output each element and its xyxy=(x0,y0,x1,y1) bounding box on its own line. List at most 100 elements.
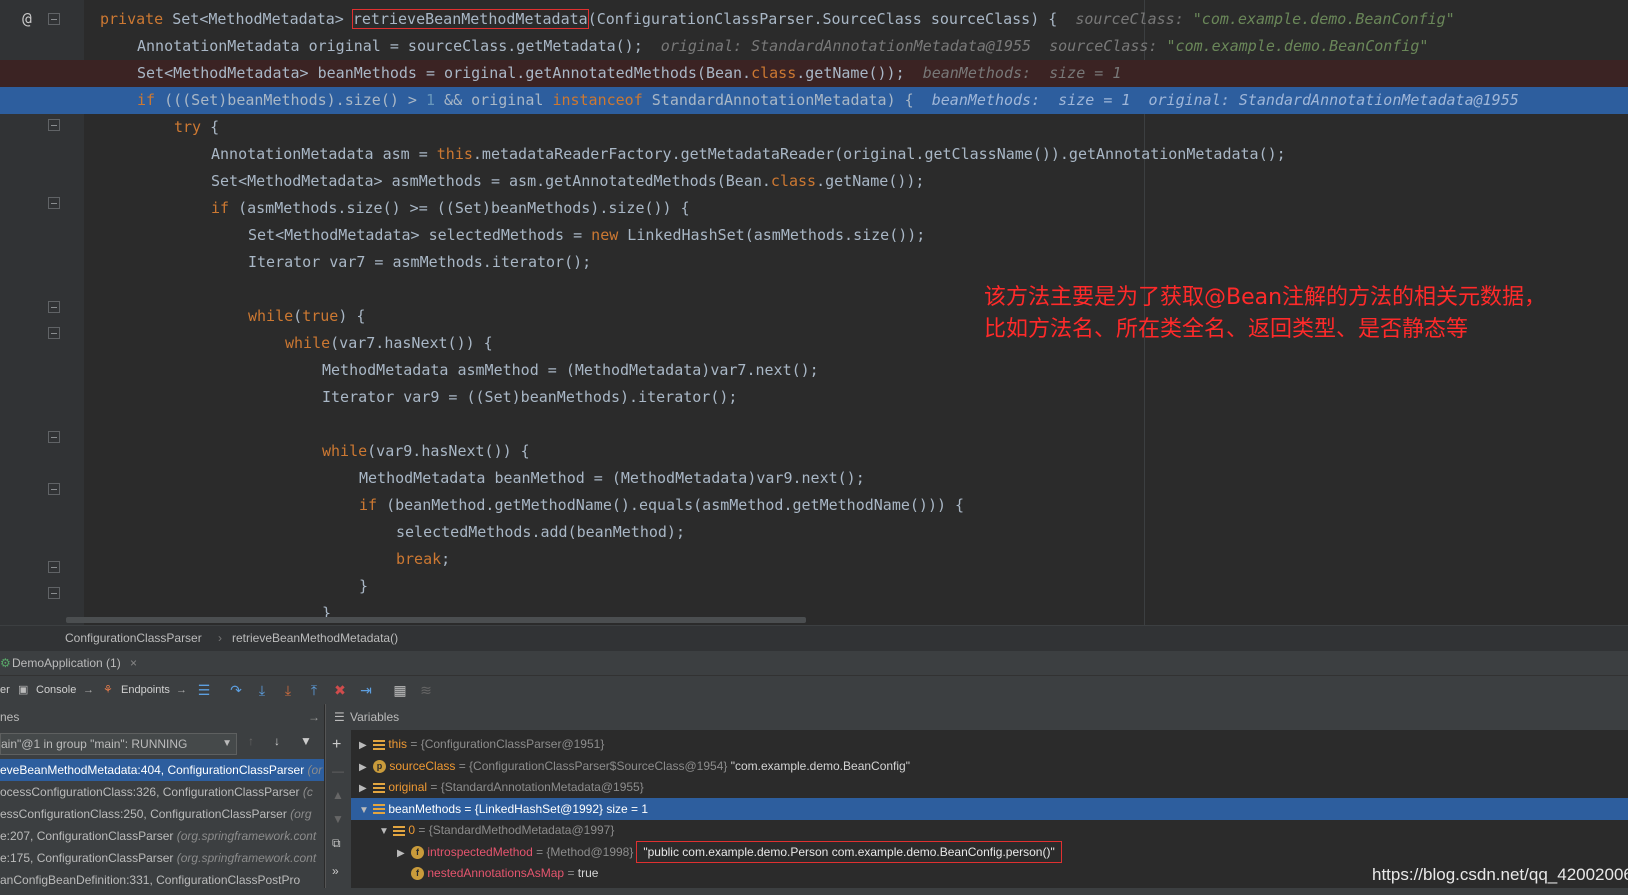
add-watch-icon[interactable]: + xyxy=(332,736,341,754)
endpoints-icon: ⚘ xyxy=(103,684,113,696)
code-token: class xyxy=(751,64,797,82)
code-line[interactable]: Set<MethodMetadata> beanMethods = origin… xyxy=(0,60,1628,87)
variables-icon: ☰ xyxy=(334,710,345,724)
code-line[interactable]: } xyxy=(0,573,1628,600)
code-line[interactable]: Set<MethodMetadata> asmMethods = asm.get… xyxy=(0,168,1628,195)
field-icon xyxy=(393,825,405,836)
code-line[interactable]: try { xyxy=(0,114,1628,141)
layout-icon[interactable]: ☰ xyxy=(196,682,212,698)
drop-frame-icon[interactable]: ✖ xyxy=(332,682,348,698)
stack-frame-method: e:175, ConfigurationClassParser xyxy=(0,851,177,865)
code-token: if xyxy=(211,199,239,217)
stack-frame-package: (org xyxy=(290,807,312,821)
variable-row[interactable]: ▶ original = {StandardAnnotationMetadata… xyxy=(351,776,1628,798)
parameter-icon: p xyxy=(373,759,386,773)
code-line[interactable] xyxy=(0,411,1628,438)
variable-type: = {LinkedHashSet@1992} xyxy=(461,801,604,816)
step-out-icon[interactable]: ⤒ xyxy=(306,682,322,698)
variable-row[interactable]: ▶ this = {ConfigurationClassParser@1951} xyxy=(351,733,1628,755)
code-line-text: selectedMethods.add(beanMethod); xyxy=(396,519,685,546)
code-line-text: if (beanMethod.getMethodName().equals(as… xyxy=(359,492,964,519)
frames-header-label: nes xyxy=(0,710,20,724)
code-token: { xyxy=(210,118,220,136)
variable-row[interactable]: ▼ beanMethods = {LinkedHashSet@1992} siz… xyxy=(351,797,1628,820)
variable-type: = xyxy=(564,866,578,880)
code-token: && original xyxy=(435,91,553,109)
pin-icon[interactable]: → xyxy=(83,676,94,704)
code-line[interactable]: while(var9.hasNext()) { xyxy=(0,438,1628,465)
pin-icon[interactable]: → xyxy=(308,704,320,730)
variable-row[interactable]: ▶ p sourceClass = {ConfigurationClassPars… xyxy=(351,755,1628,777)
pin-icon[interactable]: → xyxy=(176,676,187,704)
arrow-down-icon[interactable]: ↓ xyxy=(274,734,280,748)
final-field-icon: f xyxy=(411,845,424,859)
code-line[interactable]: private Set<MethodMetadata> retrieveBean… xyxy=(0,6,1628,33)
annotation-text: 该方法主要是为了获取@Bean注解的方法的相关元数据， 比如方法名、所在类全名、… xyxy=(984,285,1547,342)
copy-icon[interactable]: ⧉ xyxy=(332,836,341,851)
code-token: if xyxy=(137,91,165,109)
step-into-icon[interactable]: ⤓ xyxy=(254,682,270,698)
stack-frame-row[interactable]: essConfigurationClass:250, Configuration… xyxy=(0,803,324,825)
code-token: Set<MethodMetadata> selectedMethods = xyxy=(248,226,592,244)
code-editor[interactable]: @ private Set<MethodMetadata> retrieveBe… xyxy=(0,0,1628,625)
code-line[interactable]: if (beanMethod.getMethodName().equals(as… xyxy=(0,492,1628,519)
variable-row[interactable]: ▼ 0 = {StandardMethodMetadata@1997} xyxy=(351,819,1628,841)
code-token: (asmMethods.size() >= ((Set)beanMethods)… xyxy=(238,199,690,217)
close-icon[interactable]: × xyxy=(130,651,137,675)
force-step-into-icon[interactable]: ⤓ xyxy=(280,682,296,698)
code-token: (ConfigurationClassParser.SourceClass so… xyxy=(587,10,1076,28)
breadcrumb-class[interactable]: ConfigurationClassParser xyxy=(65,626,202,651)
run-to-cursor-icon[interactable]: ⇥ xyxy=(358,682,374,698)
code-token: MethodMetadata beanMethod = (MethodMetad… xyxy=(359,469,865,487)
debugger-tab-fragment[interactable]: er xyxy=(0,676,10,704)
move-down-icon[interactable]: ▼ xyxy=(332,812,344,826)
evaluate-expression-icon[interactable]: ▦ xyxy=(392,682,408,698)
filter-icon[interactable]: ▼ xyxy=(300,734,312,748)
code-line[interactable]: Iterator var7 = asmMethods.iterator(); xyxy=(0,249,1628,276)
code-token: while xyxy=(248,307,294,325)
breadcrumb-method[interactable]: retrieveBeanMethodMetadata() xyxy=(232,626,398,651)
run-config-tab[interactable]: DemoApplication (1) xyxy=(12,651,121,675)
code-line-text: if (asmMethods.size() >= ((Set)beanMetho… xyxy=(211,195,690,222)
code-line[interactable]: MethodMetadata beanMethod = (MethodMetad… xyxy=(0,465,1628,492)
code-line[interactable]: AnnotationMetadata asm = this.metadataRe… xyxy=(0,141,1628,168)
field-icon xyxy=(373,782,385,793)
field-icon xyxy=(373,739,385,750)
code-line-text: while(true) { xyxy=(248,303,365,330)
watermark: https://blog.csdn.net/qq_42002006 xyxy=(1372,865,1628,884)
thread-selector[interactable]: ain"@1 in group "main": RUNNING ▼ xyxy=(0,733,237,755)
variable-row[interactable]: ▶ f introspectedMethod = {Method@1998} "pu… xyxy=(351,840,1628,863)
code-line[interactable]: MethodMetadata asmMethod = (MethodMetada… xyxy=(0,357,1628,384)
code-line[interactable]: if (((Set)beanMethods).size() > 1 && ori… xyxy=(0,87,1628,114)
stack-frame-row[interactable]: eveBeanMethodMetadata:404, Configuration… xyxy=(0,759,324,781)
trace-icon[interactable]: ≋ xyxy=(418,682,434,698)
code-line[interactable]: if (asmMethods.size() >= ((Set)beanMetho… xyxy=(0,195,1628,222)
code-line[interactable]: AnnotationMetadata original = sourceClas… xyxy=(0,33,1628,60)
remove-watch-icon[interactable]: — xyxy=(332,764,344,778)
inline-debug-value: "com.example.demo.BeanConfig" xyxy=(1166,37,1429,55)
code-token: (((Set)beanMethods).size() > xyxy=(164,91,426,109)
horizontal-scrollbar[interactable] xyxy=(66,617,806,623)
more-icon[interactable]: » xyxy=(332,864,339,878)
code-line[interactable]: break; xyxy=(0,546,1628,573)
code-line[interactable]: Set<MethodMetadata> selectedMethods = ne… xyxy=(0,222,1628,249)
console-tab[interactable]: Console xyxy=(36,676,76,704)
stack-frame-row[interactable]: ocessConfigurationClass:326, Configurati… xyxy=(0,781,324,803)
inline-debug-value: sourceClass: xyxy=(1075,10,1193,28)
code-token: AnnotationMetadata asm = xyxy=(211,145,437,163)
code-line[interactable]: selectedMethods.add(beanMethod); xyxy=(0,519,1628,546)
step-over-icon[interactable]: ↷ xyxy=(228,682,244,698)
console-icon: ▣ xyxy=(18,684,29,696)
code-token: while xyxy=(322,442,368,460)
stack-frame-row[interactable]: e:175, ConfigurationClassParser (org.spr… xyxy=(0,847,324,869)
code-token: .getName()); xyxy=(796,64,923,82)
code-token: this xyxy=(436,145,473,163)
code-line-text: try { xyxy=(174,114,219,141)
stack-frame-row[interactable]: e:207, ConfigurationClassParser (org.spr… xyxy=(0,825,324,847)
code-line[interactable]: Iterator var9 = ((Set)beanMethods).itera… xyxy=(0,384,1628,411)
endpoints-tab[interactable]: Endpoints xyxy=(121,676,170,704)
move-up-icon[interactable]: ▲ xyxy=(332,788,344,802)
inline-debug-value: "com.example.demo.BeanConfig" xyxy=(1192,10,1455,28)
code-line-text: while(var9.hasNext()) { xyxy=(322,438,530,465)
arrow-up-icon[interactable]: ↑ xyxy=(248,734,254,748)
